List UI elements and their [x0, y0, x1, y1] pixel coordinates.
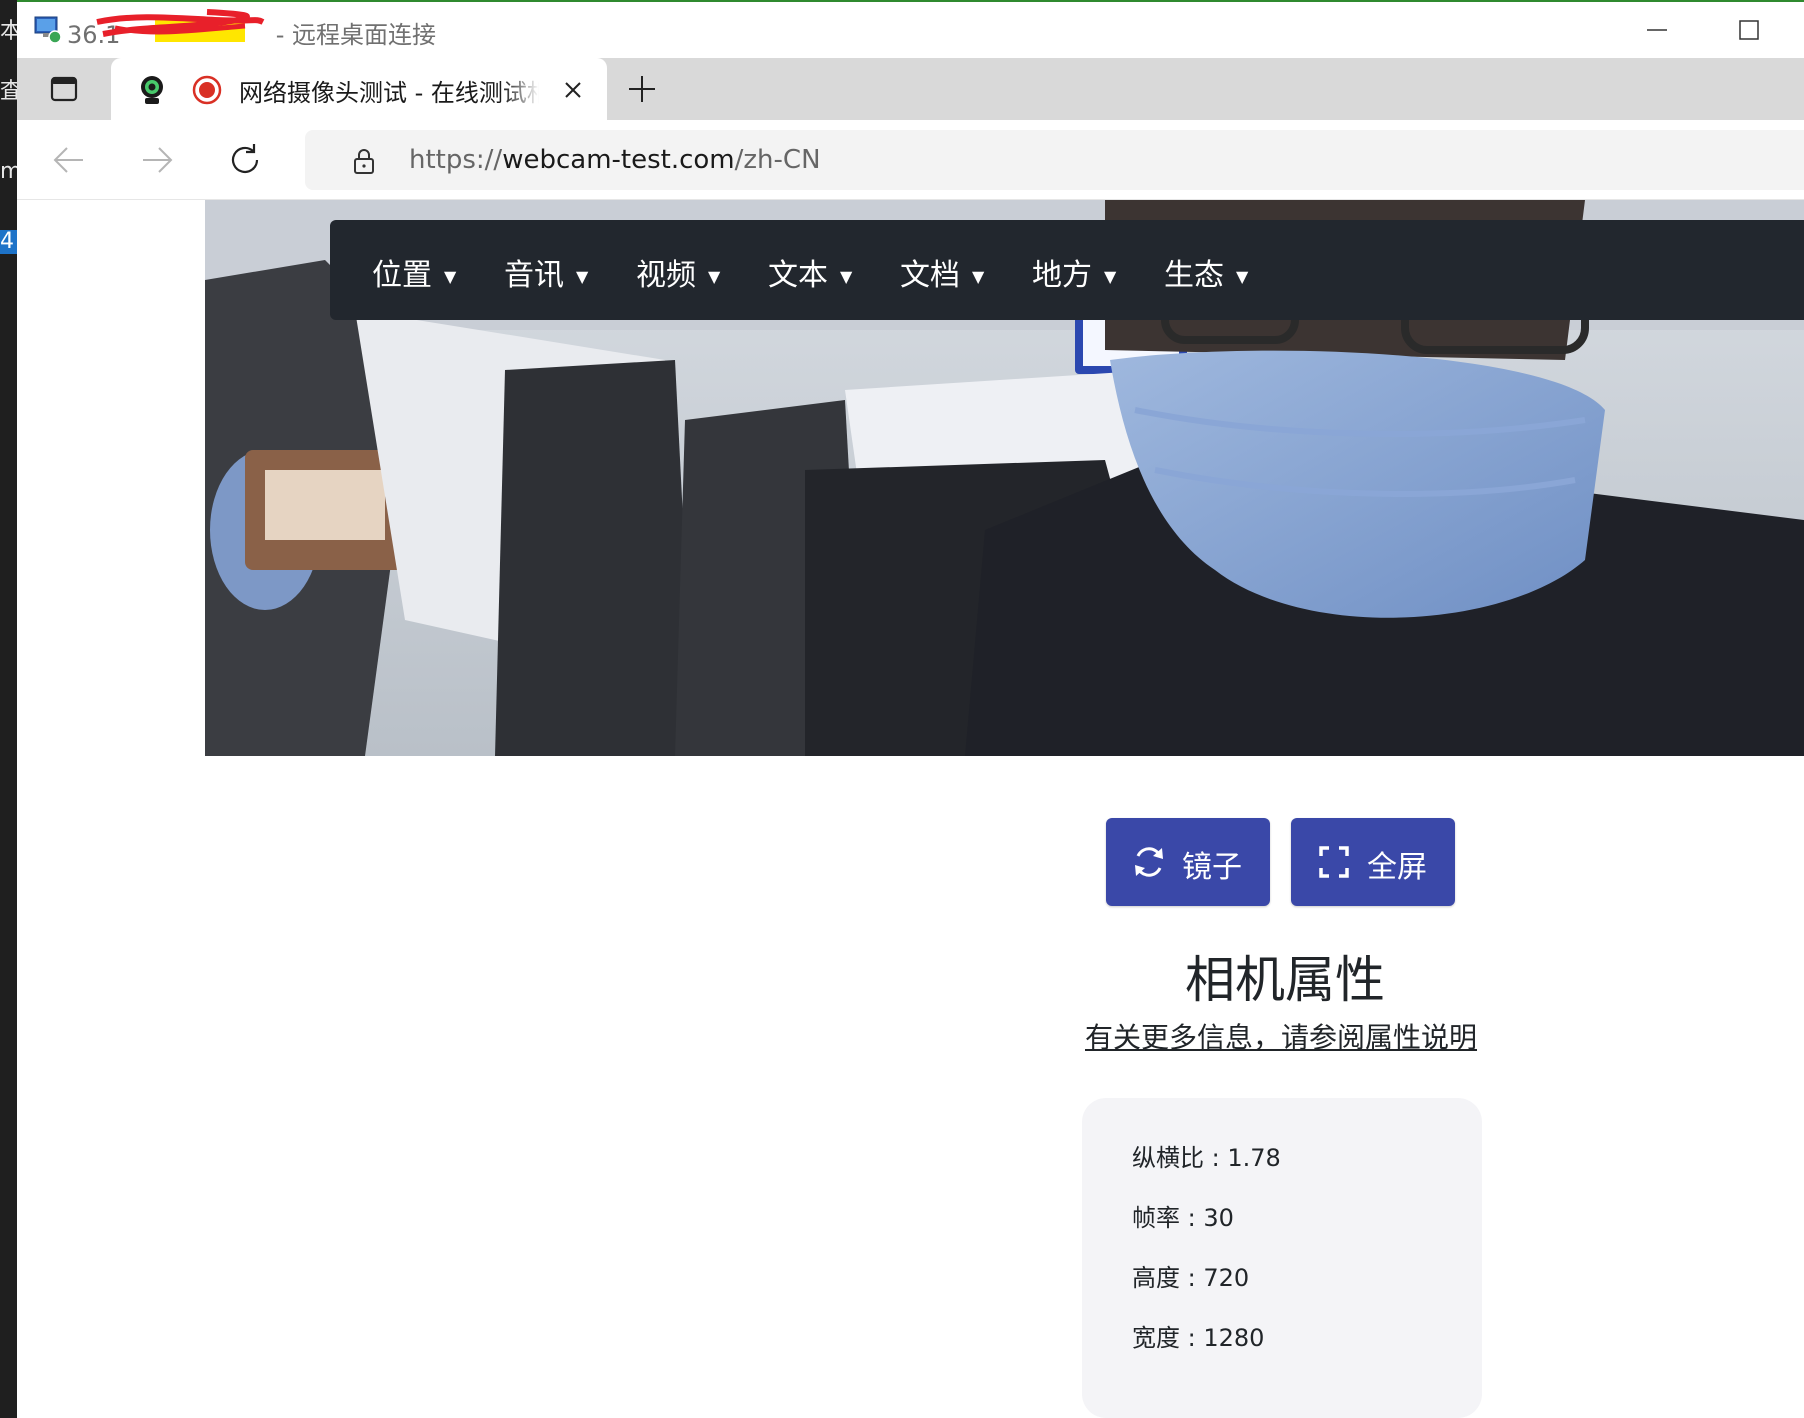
refresh-icon[interactable]: [227, 142, 263, 178]
outer-strip-char: 4: [0, 230, 17, 254]
fullscreen-button[interactable]: 全屏: [1291, 818, 1455, 906]
property-frame-rate: 帧率 : 30: [1132, 1204, 1234, 1232]
caret-down-icon: ▼: [708, 267, 721, 286]
caret-down-icon: ▼: [1236, 267, 1249, 286]
caret-down-icon: ▼: [576, 267, 589, 286]
outer-window-strip: 本 査 m 4: [0, 0, 17, 1418]
tab-title: 网络摄像头测试 - 在线测试相机: [239, 79, 539, 107]
tab-actions-icon[interactable]: [47, 72, 81, 106]
fullscreen-icon: [1319, 846, 1349, 878]
menu-item-audio[interactable]: 音讯 ▼: [504, 250, 589, 293]
caret-down-icon: ▼: [972, 267, 985, 286]
remote-desktop-app-name: 远程桌面连接: [292, 21, 437, 49]
property-label: 帧率: [1132, 1204, 1180, 1232]
property-value: 30: [1203, 1204, 1234, 1232]
remote-desktop-icon: [34, 16, 62, 44]
lock-icon[interactable]: [349, 146, 379, 176]
menu-item-label: 音讯: [504, 258, 564, 293]
redaction-mark: [96, 9, 265, 42]
browser-toolbar: https://webcam-test.com/zh-CN: [17, 120, 1804, 200]
forward-icon[interactable]: [139, 142, 175, 178]
menu-item-text[interactable]: 文本 ▼: [768, 250, 853, 293]
maximize-icon[interactable]: [1729, 12, 1769, 48]
url-path: /zh-CN: [734, 145, 821, 175]
remote-desktop-titlebar: 36.1 - 远程桌面连接: [17, 0, 1804, 58]
close-tab-icon[interactable]: [559, 76, 587, 104]
page-content: 位置 ▼ 音讯 ▼ 视频 ▼ 文本 ▼ 文档 ▼ 地方 ▼ 生态 ▼ 镜子 全屏 相机属性 有…: [17, 200, 1804, 1418]
camera-properties-heading: 相机属性: [1185, 951, 1385, 1009]
properties-info-link[interactable]: 有关更多信息，请参阅属性说明: [1085, 1016, 1477, 1056]
url-text[interactable]: https://webcam-test.com/zh-CN: [409, 145, 821, 175]
property-value: 720: [1203, 1264, 1250, 1292]
property-value: 1280: [1203, 1324, 1265, 1352]
menu-item-label: 文档: [900, 258, 960, 293]
menu-item-documents[interactable]: 文档 ▼: [900, 250, 985, 293]
menu-item-ecology[interactable]: 生态 ▼: [1164, 250, 1249, 293]
mirror-button[interactable]: 镜子: [1106, 818, 1270, 906]
address-bar[interactable]: https://webcam-test.com/zh-CN: [305, 130, 1804, 190]
caret-down-icon: ▼: [1104, 267, 1117, 286]
menu-item-location[interactable]: 位置 ▼: [372, 250, 457, 293]
url-scheme: https://: [409, 145, 503, 175]
minimize-icon[interactable]: [1637, 12, 1677, 48]
outer-strip-char: m: [0, 159, 17, 184]
property-aspect-ratio: 纵横比 : 1.78: [1132, 1144, 1281, 1172]
property-width: 宽度 : 1280: [1132, 1324, 1265, 1352]
property-height: 高度 : 720: [1132, 1264, 1250, 1292]
menu-item-places[interactable]: 地方 ▼: [1032, 250, 1117, 293]
outer-strip-char: 査: [0, 79, 17, 104]
menu-item-label: 视频: [636, 258, 696, 293]
caret-down-icon: ▼: [444, 267, 457, 286]
property-value: 1.78: [1227, 1144, 1281, 1172]
mirror-button-label: 镜子: [1182, 850, 1242, 885]
outer-strip-char: 本: [0, 19, 17, 44]
tab-webcam-test[interactable]: 网络摄像头测试 - 在线测试相机: [111, 58, 607, 120]
menu-item-label: 位置: [372, 258, 432, 293]
camera-properties-card: 纵横比 : 1.78 帧率 : 30 高度 : 720 宽度 : 1280: [1082, 1098, 1482, 1418]
tab-strip: 网络摄像头测试 - 在线测试相机: [17, 58, 1804, 120]
new-tab-icon[interactable]: [625, 72, 659, 106]
back-icon[interactable]: [51, 142, 87, 178]
menu-item-label: 地方: [1032, 258, 1092, 293]
property-label: 纵横比: [1132, 1144, 1204, 1172]
menu-item-video[interactable]: 视频 ▼: [636, 250, 721, 293]
site-nav-menu: 位置 ▼ 音讯 ▼ 视频 ▼ 文本 ▼ 文档 ▼ 地方 ▼ 生态 ▼: [330, 220, 1804, 320]
webcam-favicon-icon: [141, 76, 163, 104]
mirror-rotate-icon: [1135, 847, 1163, 877]
url-host: webcam-test.com: [502, 145, 735, 175]
menu-item-label: 生态: [1164, 258, 1224, 293]
menu-item-label: 文本: [768, 258, 828, 293]
recording-indicator-icon: [192, 75, 222, 105]
fullscreen-button-label: 全屏: [1367, 850, 1427, 885]
title-separator: -: [275, 21, 285, 49]
property-label: 高度: [1132, 1264, 1180, 1292]
caret-down-icon: ▼: [840, 267, 853, 286]
property-label: 宽度: [1132, 1324, 1180, 1352]
